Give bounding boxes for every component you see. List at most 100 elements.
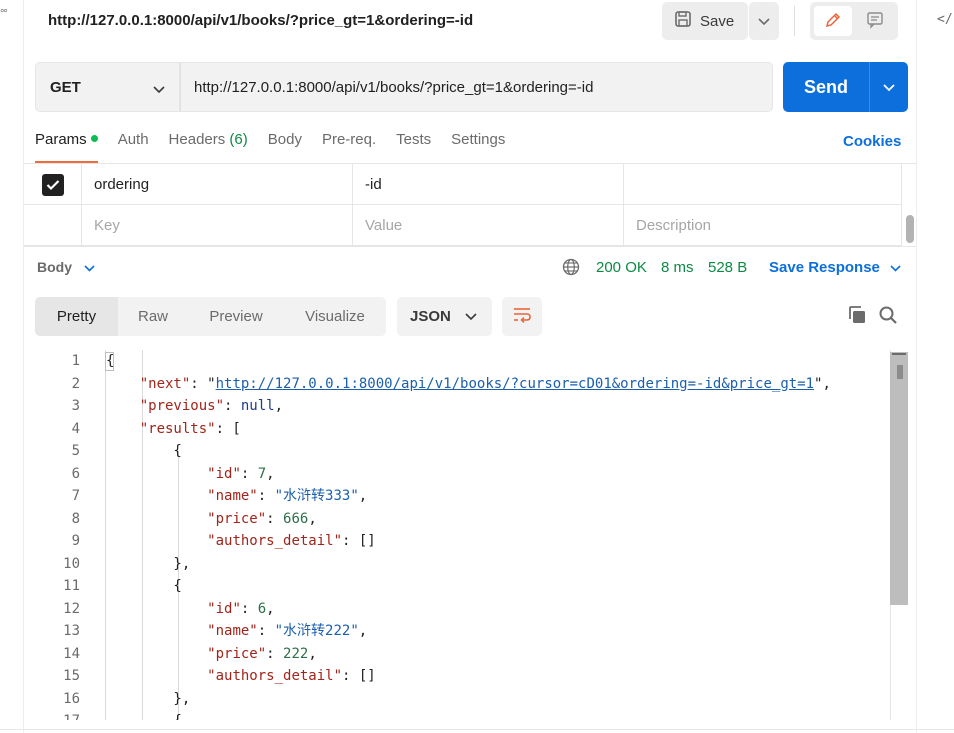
response-divider [24, 246, 916, 247]
line-number: 1 [71, 353, 80, 369]
code-line: { [106, 578, 182, 594]
cookies-link[interactable]: Cookies [843, 133, 901, 150]
param-description-cell[interactable] [623, 164, 902, 205]
wrap-lines-icon [512, 306, 532, 327]
scrollbar-match-marker [897, 365, 903, 379]
chevron-down-icon [153, 81, 165, 98]
code-line: "authors_detail": [] [207, 668, 376, 684]
bracket-match-highlight [105, 352, 114, 371]
method-select[interactable]: GET [35, 62, 180, 112]
request-title[interactable]: http://127.0.0.1:8000/api/v1/books/?pric… [48, 12, 473, 29]
response-section-select[interactable]: Body [37, 259, 95, 275]
code-line: "previous": null, [139, 398, 284, 414]
wrap-lines-button[interactable] [502, 297, 542, 336]
search-icon[interactable] [878, 305, 898, 328]
param-value-cell[interactable]: -id [352, 164, 623, 205]
format-label: JSON [410, 308, 451, 325]
line-number: 6 [71, 465, 80, 482]
mode-toggle [810, 2, 898, 40]
pencil-icon [824, 11, 842, 32]
tab-preview[interactable]: Preview [188, 297, 284, 336]
code-line: "results": [ [139, 420, 241, 437]
row-checkbox-cell [24, 205, 81, 246]
param-value-input[interactable]: Value [352, 205, 623, 246]
line-number: 15 [63, 668, 80, 684]
line-number: 7 [71, 488, 80, 504]
code-line: { [106, 443, 182, 459]
tab-settings[interactable]: Settings [451, 131, 505, 157]
edit-mode-button[interactable] [814, 6, 852, 36]
json-code: { "next": "http://127.0.0.1:8000/api/v1/… [105, 350, 890, 720]
chevron-down-icon [84, 259, 95, 275]
save-button[interactable]: Save [662, 2, 748, 40]
line-number: 14 [63, 645, 80, 662]
response-view-tabs: Pretty Raw Preview Visualize [35, 297, 386, 336]
param-key-cell[interactable]: ordering [81, 164, 352, 205]
params-table: ordering -id Key Value Description [24, 164, 902, 246]
code-line: "name": "水浒转222", [207, 623, 368, 639]
comments-button[interactable] [856, 6, 894, 36]
format-select[interactable]: JSON [397, 297, 492, 336]
tab-prereq[interactable]: Pre-req. [322, 131, 376, 157]
save-options-button[interactable] [749, 2, 779, 40]
tab-body[interactable]: Body [268, 131, 302, 157]
code-line: "id": 7, [207, 465, 275, 482]
code-line: "next": "http://127.0.0.1:8000/api/v1/bo… [139, 375, 831, 392]
send-options-button[interactable] [869, 62, 908, 112]
copy-icon[interactable] [847, 305, 867, 328]
table-row: ordering -id [24, 164, 902, 205]
scrollbar-position-marker [892, 353, 906, 355]
send-button[interactable]: Send [783, 62, 869, 112]
chevron-down-icon [758, 13, 770, 29]
save-response-label: Save Response [769, 259, 880, 276]
globe-icon[interactable] [562, 258, 580, 279]
url-input[interactable]: http://127.0.0.1:8000/api/v1/books/?pric… [180, 62, 773, 112]
line-number: 16 [63, 690, 80, 707]
chevron-down-icon [883, 79, 895, 95]
save-response-button[interactable]: Save Response [769, 259, 901, 276]
status-code[interactable]: 200 OK [596, 259, 647, 276]
response-size[interactable]: 528 B [708, 259, 747, 276]
code-snippet-icon[interactable]: </ [937, 12, 953, 27]
param-key-input[interactable]: Key [81, 205, 352, 246]
line-number: 13 [63, 623, 80, 639]
next-link[interactable]: http://127.0.0.1:8000/api/v1/books/?curs… [216, 376, 814, 392]
line-number: 17 [35, 710, 80, 720]
tab-raw[interactable]: Raw [118, 297, 188, 336]
collapsed-sidebar-glyph: °° [0, 8, 8, 20]
right-sidebar-edge: </ [916, 0, 954, 733]
tab-tests[interactable]: Tests [396, 131, 431, 157]
line-number-gutter: 1 2 3 4 5 6 7 8 9 10 11 12 13 14 15 16 1… [35, 350, 80, 720]
line-number: 2 [71, 375, 80, 392]
line-number: 10 [63, 555, 80, 572]
method-label: GET [50, 78, 81, 96]
left-sidebar-edge: °° [0, 0, 24, 733]
params-active-dot [90, 135, 98, 142]
tab-params[interactable]: Params [35, 131, 98, 163]
line-number: 9 [71, 533, 80, 549]
code-line: }, [106, 690, 191, 707]
line-number: 3 [71, 398, 80, 414]
response-time[interactable]: 8 ms [661, 259, 694, 276]
save-label: Save [700, 12, 735, 30]
params-scrollbar[interactable] [906, 215, 914, 243]
tab-auth[interactable]: Auth [118, 131, 149, 157]
param-checkbox[interactable] [41, 173, 64, 196]
code-line: { [106, 710, 890, 720]
code-line: { [106, 353, 115, 369]
code-line: "price": 666, [207, 510, 317, 527]
request-tabs: Params Auth Headers (6) Body Pre-req. Te… [35, 131, 525, 163]
checkmark-icon [46, 179, 59, 190]
code-line: "authors_detail": [] [207, 533, 376, 549]
chevron-down-icon [890, 259, 901, 276]
param-description-input[interactable]: Description [623, 205, 902, 246]
tab-headers[interactable]: Headers (6) [169, 131, 248, 157]
response-body-viewer[interactable]: 1 2 3 4 5 6 7 8 9 10 11 12 13 14 15 16 1… [35, 350, 908, 720]
line-number: 5 [71, 443, 80, 459]
code-scrollbar-thumb[interactable] [890, 352, 908, 605]
tab-pretty[interactable]: Pretty [35, 297, 118, 336]
bottom-divider [0, 729, 954, 730]
headers-count: (6) [229, 131, 248, 148]
tab-visualize[interactable]: Visualize [284, 297, 386, 336]
code-line: }, [106, 555, 191, 572]
